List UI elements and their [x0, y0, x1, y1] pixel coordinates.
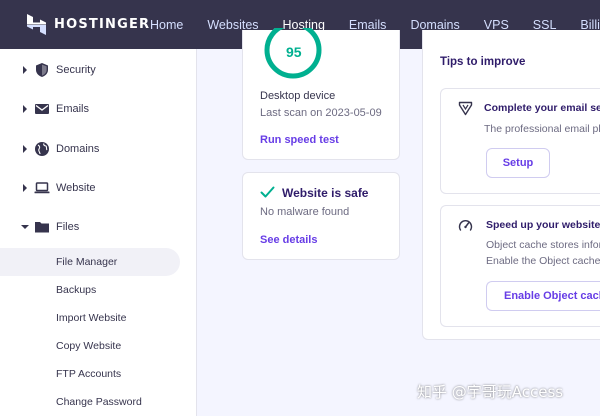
speed-score-card: 95 Desktop device Last scan on 2023-05-0…: [242, 28, 400, 160]
tip-speed-description-line-2: Enable the Object cache: [486, 255, 600, 267]
sidebar-item-label: Emails: [56, 103, 90, 115]
safety-title: Website is safe: [282, 186, 369, 200]
sidebar-subitem-label: Copy Website: [56, 340, 122, 352]
website-safety-card: Website is safe No malware found See det…: [242, 172, 400, 260]
setup-button[interactable]: Setup: [486, 148, 550, 178]
chevron-down-icon: [21, 225, 29, 229]
sidebar-subitem-label: File Manager: [56, 256, 118, 268]
shield-icon: [36, 63, 48, 77]
sidebar-subitem-file-manager[interactable]: File Manager: [0, 248, 180, 276]
sidebar-item-security[interactable]: Security: [0, 58, 197, 82]
chevron-right-icon: [23, 184, 27, 192]
tips-panel: Tips to improve Complete your email setu…: [422, 30, 600, 340]
sidebar-item-files[interactable]: Files: [0, 215, 197, 239]
sidebar-subitem-import-website[interactable]: Import Website: [0, 304, 180, 332]
nav-home[interactable]: Home: [150, 18, 183, 32]
sidebar-item-website[interactable]: Website: [0, 176, 197, 200]
sidebar: Security Emails Domains Website Files Fi…: [0, 49, 197, 416]
sidebar-item-label: Security: [56, 64, 96, 76]
chevron-right-icon: [23, 145, 27, 153]
watermark-text: 知乎 @宇哥玩Access: [417, 383, 564, 401]
speed-score-value: 95: [286, 44, 302, 60]
see-details-link[interactable]: See details: [260, 234, 317, 246]
folder-icon: [35, 222, 49, 233]
hostinger-logo-icon: [27, 14, 46, 35]
sidebar-subitem-backups[interactable]: Backups: [0, 276, 180, 304]
tip-email-title: Complete your email setu: [484, 102, 600, 114]
envelope-icon: [35, 104, 49, 114]
tip-speed-description-line-1: Object cache stores infor: [486, 239, 600, 251]
sidebar-item-label: Domains: [56, 143, 100, 155]
enable-object-cache-button[interactable]: Enable Object cache: [486, 281, 600, 311]
sidebar-item-domains[interactable]: Domains: [0, 137, 197, 161]
tips-heading: Tips to improve: [440, 56, 526, 68]
run-speed-test-link[interactable]: Run speed test: [260, 134, 339, 146]
brand-name: HOSTINGER: [54, 17, 151, 32]
hostinger-logo[interactable]: HOSTINGER: [27, 14, 150, 35]
sidebar-subitem-label: Backups: [56, 284, 97, 296]
chevron-right-icon: [23, 66, 27, 74]
globe-icon: [35, 142, 49, 156]
last-scan-text: Last scan on 2023-05-09: [260, 107, 382, 119]
sidebar-item-label: Website: [56, 182, 96, 194]
sidebar-subitem-label: FTP Accounts: [56, 368, 122, 380]
tip-speed-up: Speed up your website Object cache store…: [440, 205, 600, 327]
sidebar-subitem-copy-website[interactable]: Copy Website: [0, 332, 180, 360]
sidebar-subitem-ftp-accounts[interactable]: FTP Accounts: [0, 360, 180, 388]
sidebar-item-emails[interactable]: Emails: [0, 97, 197, 121]
badge-icon: [458, 101, 473, 116]
safety-status: No malware found: [260, 206, 350, 218]
tip-email-description: The professional email pla: [484, 123, 600, 135]
tip-email-setup: Complete your email setu The professiona…: [440, 88, 600, 194]
device-label: Desktop device: [260, 90, 336, 102]
sidebar-subitem-change-password[interactable]: Change Password: [0, 388, 180, 416]
laptop-icon: [34, 182, 50, 194]
tip-speed-title: Speed up your website: [486, 219, 600, 231]
chevron-right-icon: [23, 105, 27, 113]
sidebar-subitem-label: Change Password: [56, 396, 142, 408]
sidebar-subitem-label: Import Website: [56, 312, 127, 324]
checkmark-icon: [260, 186, 275, 198]
speedometer-icon: [458, 220, 473, 231]
sidebar-item-label: Files: [56, 221, 80, 233]
